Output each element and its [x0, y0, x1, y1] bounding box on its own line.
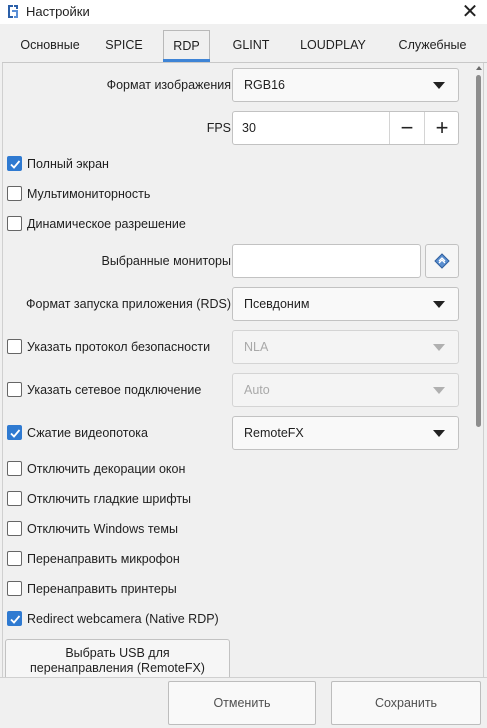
redirect-microphone-label: Перенаправить микрофон	[27, 552, 180, 566]
security-protocol-label: Указать протокол безопасности	[27, 340, 211, 354]
window-title: Настройки	[26, 4, 90, 19]
disable-smooth-fonts-label: Отключить гладкие шрифты	[27, 492, 192, 506]
monitor-picker-button[interactable]	[425, 244, 459, 278]
fps-spinbox[interactable]: 30 − +	[232, 111, 459, 145]
disable-windows-themes-checkbox[interactable]	[7, 521, 22, 536]
tab-rdp[interactable]: RDP	[163, 30, 210, 62]
check-icon	[10, 160, 21, 169]
multimonitor-checkbox[interactable]	[7, 186, 22, 201]
app-launch-format-select[interactable]: Псевдоним	[232, 287, 459, 321]
fps-label: FPS	[206, 121, 231, 135]
tab-spice[interactable]: SPICE	[92, 30, 156, 60]
fullscreen-label: Полный экран	[27, 157, 109, 171]
network-connection-label: Указать сетевое подключение	[27, 383, 202, 397]
disable-smooth-fonts-checkbox[interactable]	[7, 491, 22, 506]
app-logo-icon	[8, 5, 18, 18]
check-icon	[10, 429, 21, 438]
fps-value: 30	[242, 121, 256, 135]
image-format-select[interactable]: RGB16	[232, 68, 459, 102]
video-compression-checkbox[interactable]	[7, 425, 22, 440]
redirect-printers-label: Перенаправить принтеры	[27, 582, 177, 596]
disable-windows-themes-label: Отключить Windows темы	[27, 522, 178, 536]
select-usb-label-line2: перенаправления (RemoteFX)	[30, 661, 205, 675]
title-bar: Настройки ✕	[0, 0, 487, 24]
close-icon[interactable]: ✕	[457, 0, 483, 24]
tab-service[interactable]: Служебные	[350, 30, 485, 60]
security-protocol-select[interactable]: NLA	[232, 330, 459, 364]
redirect-printers-checkbox[interactable]	[7, 581, 22, 596]
chevron-down-icon	[433, 387, 445, 394]
disable-window-decorations-label: Отключить декорации окон	[27, 462, 186, 476]
dialog-button-bar: Отменить Сохранить	[0, 677, 487, 728]
network-connection-select[interactable]: Auto	[232, 373, 459, 407]
image-format-label: Формат изображения	[106, 78, 231, 92]
vertical-scrollbar[interactable]	[473, 63, 483, 677]
fps-decrement-button[interactable]: −	[390, 112, 424, 144]
diamond-select-icon	[434, 253, 450, 269]
chevron-down-icon	[433, 430, 445, 437]
chevron-down-icon	[433, 344, 445, 351]
tab-glint[interactable]: GLINT	[222, 30, 280, 60]
redirect-webcamera-checkbox[interactable]	[7, 611, 22, 626]
selected-monitors-label: Выбранные мониторы	[101, 254, 231, 268]
disable-window-decorations-checkbox[interactable]	[7, 461, 22, 476]
check-icon	[10, 615, 21, 624]
redirect-webcamera-label: Redirect webcamera (Native RDP)	[27, 612, 219, 626]
fullscreen-checkbox[interactable]	[7, 156, 22, 171]
scroll-up-icon[interactable]	[476, 66, 482, 70]
app-launch-format-label: Формат запуска приложения (RDS)	[26, 297, 231, 311]
dynamic-resolution-label: Динамическое разрешение	[27, 217, 186, 231]
redirect-microphone-checkbox[interactable]	[7, 551, 22, 566]
select-usb-button[interactable]: Выбрать USB для перенаправления (RemoteF…	[5, 639, 230, 677]
fps-increment-button[interactable]: +	[425, 112, 459, 144]
selected-monitors-field[interactable]	[232, 244, 421, 278]
tab-bar: Основные SPICE RDP GLINT LOUDPLAY Служеб…	[0, 30, 487, 62]
cancel-button[interactable]: Отменить	[168, 681, 316, 725]
video-compression-select[interactable]: RemoteFX	[232, 416, 459, 450]
chevron-down-icon	[433, 82, 445, 89]
security-protocol-checkbox[interactable]	[7, 339, 22, 354]
network-connection-checkbox[interactable]	[7, 382, 22, 397]
video-compression-label: Сжатие видеопотока	[27, 426, 148, 440]
scrollbar-thumb[interactable]	[476, 75, 481, 427]
dynamic-resolution-checkbox[interactable]	[7, 216, 22, 231]
tab-general[interactable]: Основные	[8, 30, 92, 60]
multimonitor-label: Мультимониторность	[27, 187, 151, 201]
select-usb-label-line1: Выбрать USB для	[65, 646, 170, 660]
chevron-down-icon	[433, 301, 445, 308]
save-button[interactable]: Сохранить	[331, 681, 481, 725]
settings-panel[interactable]: Формат изображения RGB16 FPS 30 − + Полн…	[2, 63, 484, 677]
